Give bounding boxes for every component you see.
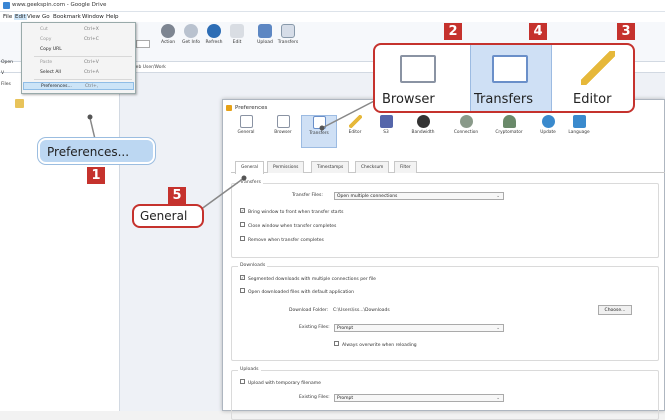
browser-icon xyxy=(400,55,436,83)
step-number-5: 5 xyxy=(168,187,186,204)
step-number-3: 3 xyxy=(617,23,635,40)
callout-dot xyxy=(319,125,325,131)
general-callout-text: General xyxy=(140,209,188,223)
callout-line-general xyxy=(199,177,245,211)
callout-line-preferences xyxy=(89,117,96,140)
pencil-icon xyxy=(581,51,615,85)
callout-dot xyxy=(241,175,247,181)
callout-line-zoom xyxy=(321,97,381,129)
step-number-1: 1 xyxy=(87,167,105,184)
transfers-icon xyxy=(492,55,528,83)
callout-dot xyxy=(87,114,93,120)
zoom-label-browser: Browser xyxy=(382,92,435,107)
step-number-2: 2 xyxy=(444,23,462,40)
preferences-callout-text: Preferences... xyxy=(47,145,130,159)
zoom-label-editor: Editor xyxy=(573,92,612,107)
zoom-callout: Browser Transfers Editor xyxy=(373,43,635,113)
general-callout: General xyxy=(132,204,204,228)
zoom-label-transfers: Transfers xyxy=(474,92,534,107)
step-number-4: 4 xyxy=(529,23,547,40)
preferences-callout: Preferences... xyxy=(38,138,155,164)
